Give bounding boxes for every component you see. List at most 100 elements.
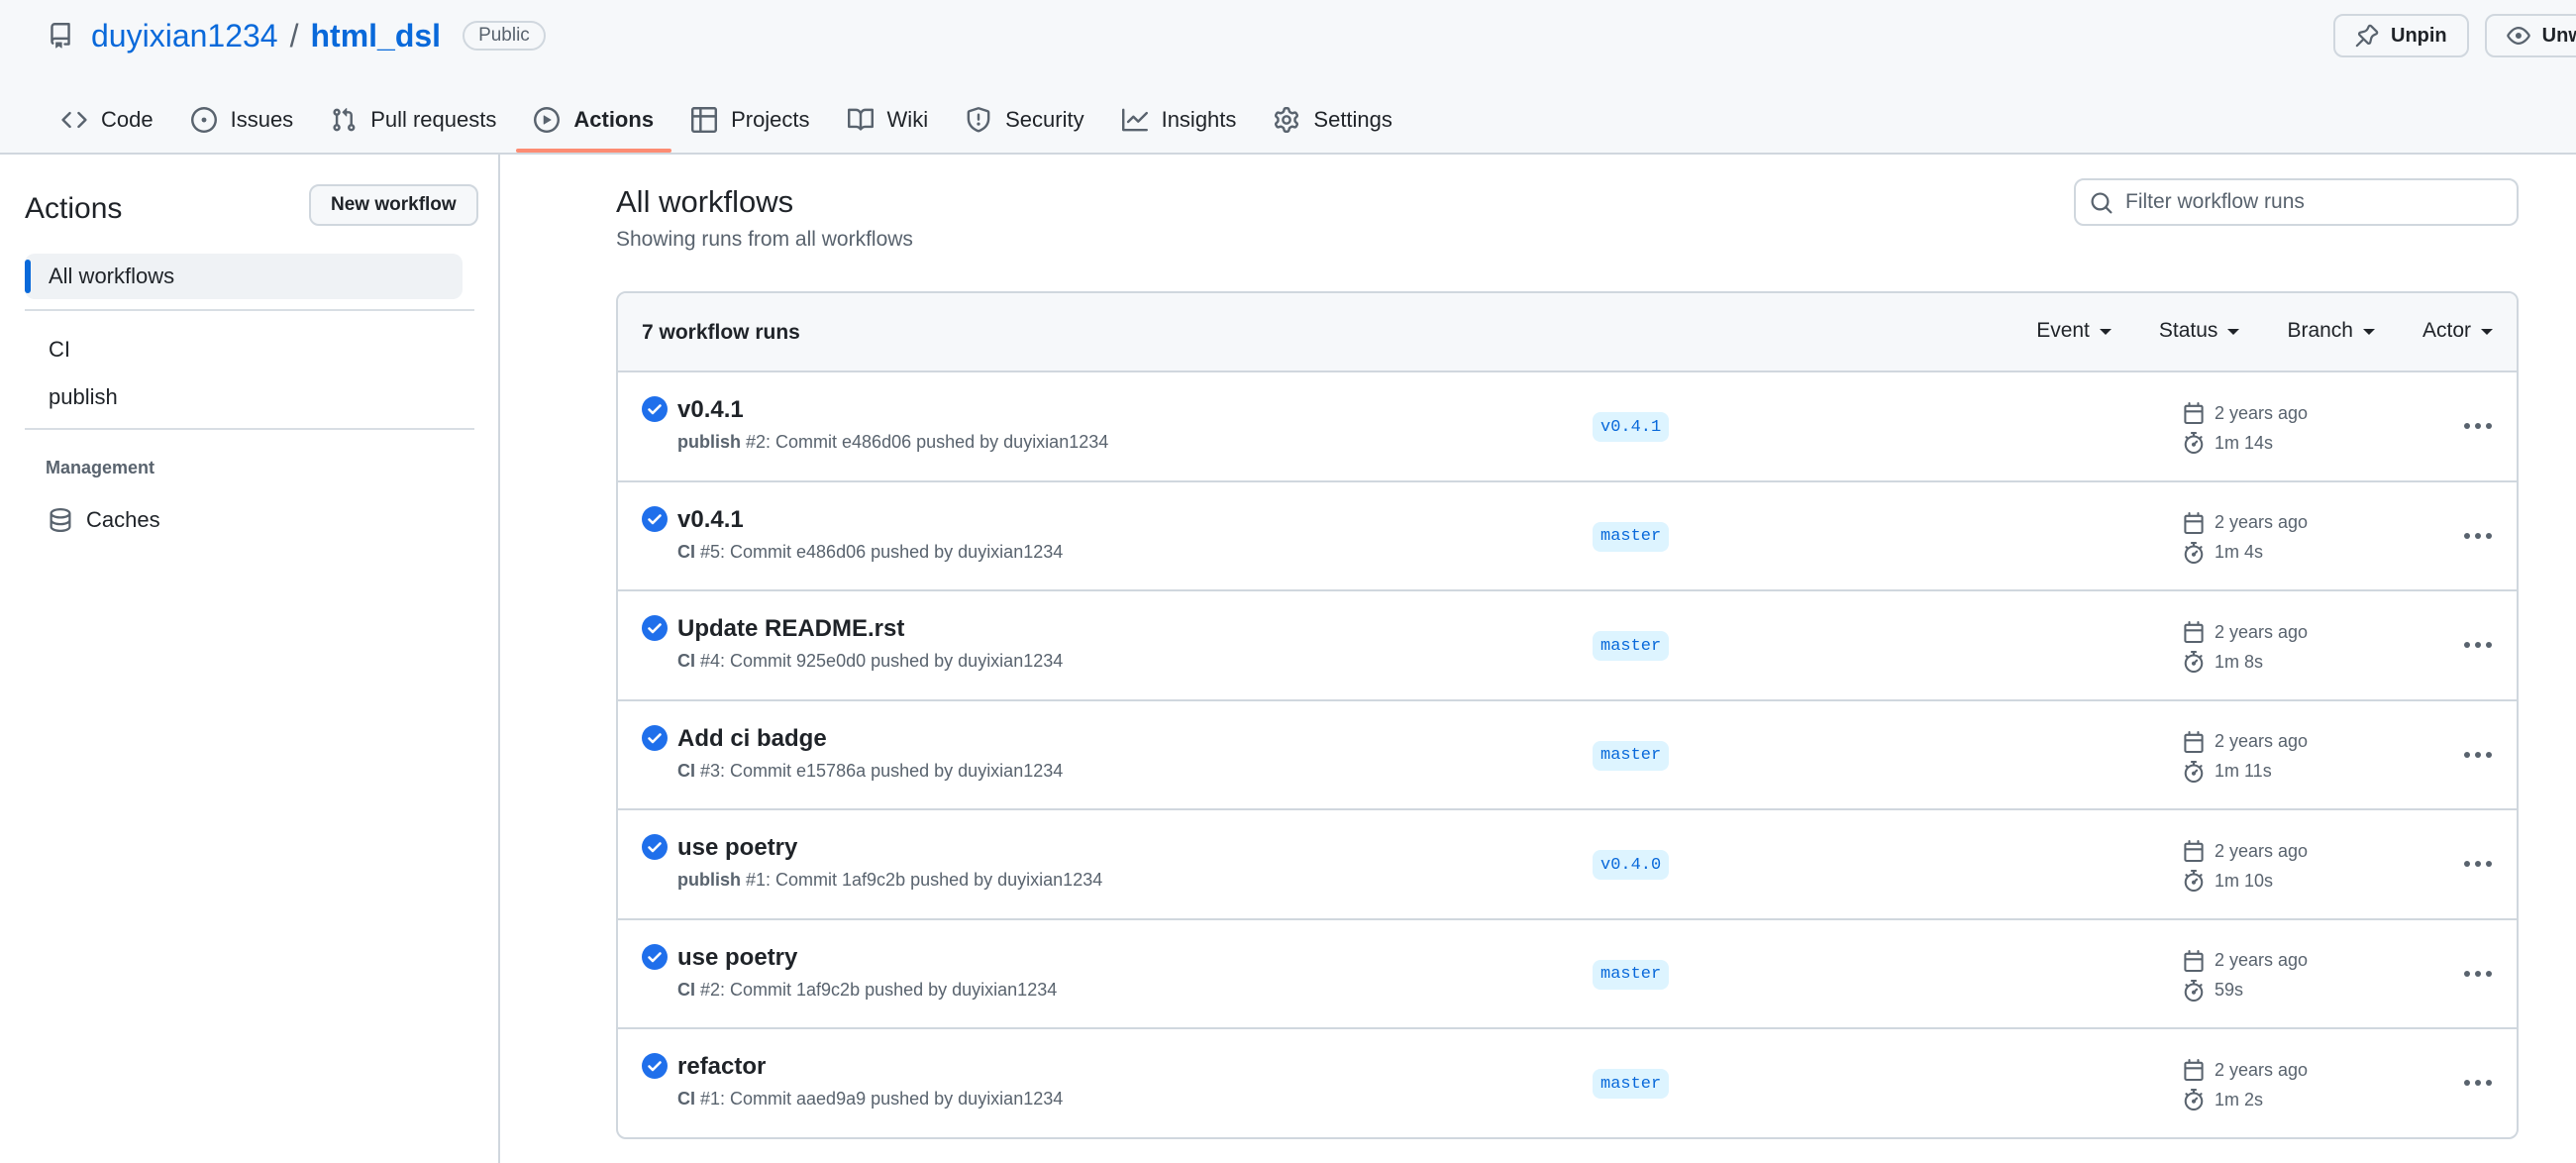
run-timing: 2 years ago 59s <box>2183 946 2308 1005</box>
run-timing: 2 years ago 1m 14s <box>2183 398 2308 458</box>
new-workflow-button[interactable]: New workflow <box>309 184 478 226</box>
actor-filter-dropdown[interactable]: Actor <box>2422 319 2493 343</box>
stopwatch-icon <box>2183 541 2205 564</box>
filter-label: Event <box>2036 319 2090 342</box>
workflow-run-row[interactable]: use poetry publish #1: Commit 1af9c2b pu… <box>618 810 2517 920</box>
filter-workflow-runs[interactable] <box>2074 178 2519 226</box>
workflow-run-row[interactable]: v0.4.1 CI #5: Commit e486d06 pushed by d… <box>618 482 2517 591</box>
run-options-button[interactable] <box>2461 522 2495 550</box>
tab-security[interactable]: Security <box>948 95 1101 145</box>
workflow-run-row[interactable]: refactor CI #1: Commit aaed9a9 pushed by… <box>618 1029 2517 1137</box>
branch-badge[interactable]: master <box>1593 959 1670 990</box>
visibility-badge: Public <box>463 21 546 51</box>
tab-wiki[interactable]: Wiki <box>830 95 947 145</box>
tab-code[interactable]: Code <box>44 95 171 145</box>
caches-label: Caches <box>86 507 160 532</box>
run-duration: 1m 8s <box>2215 651 2264 672</box>
sidebar-item-caches[interactable]: Caches <box>49 507 160 533</box>
repo-header: duyixian1234 / html_dsl Public Unpin Unw… <box>0 0 2576 155</box>
branch-badge[interactable]: master <box>1593 631 1670 661</box>
repo-name-link[interactable]: html_dsl <box>310 18 441 54</box>
sidebar-item-ci[interactable]: CI <box>49 337 70 363</box>
success-check-icon <box>642 943 668 970</box>
branch-badge[interactable]: v0.4.0 <box>1593 850 1670 880</box>
run-workflow-name: CI <box>677 651 695 671</box>
run-meta: CI #1: Commit aaed9a9 pushed by duyixian… <box>677 1089 1063 1110</box>
run-title-link[interactable]: use poetry <box>677 944 797 972</box>
pull-request-icon <box>331 107 357 133</box>
filter-input[interactable] <box>2123 189 2500 215</box>
run-options-button[interactable] <box>2461 412 2495 440</box>
runs-body: v0.4.1 publish #2: Commit e486d06 pushed… <box>618 372 2517 1137</box>
tab-issues[interactable]: Issues <box>173 95 312 145</box>
run-workflow-name: CI <box>677 979 695 1000</box>
run-timing: 2 years ago 1m 2s <box>2183 1055 2308 1114</box>
run-title-link[interactable]: Add ci badge <box>677 725 827 753</box>
sidebar-item-publish[interactable]: publish <box>49 384 118 410</box>
branch-badge[interactable]: master <box>1593 521 1670 552</box>
branch-badge[interactable]: v0.4.1 <box>1593 412 1670 442</box>
kebab-horizontal-icon <box>2463 641 2493 649</box>
calendar-icon <box>2183 840 2205 862</box>
run-commit-info: #2: Commit e486d06 pushed by duyixian123… <box>741 432 1109 452</box>
run-options-button[interactable] <box>2461 631 2495 659</box>
run-title-link[interactable]: v0.4.1 <box>677 396 744 424</box>
calendar-icon <box>2183 402 2205 424</box>
workflow-run-row[interactable]: Update README.rst CI #4: Commit 925e0d0 … <box>618 591 2517 701</box>
run-workflow-name: CI <box>677 541 695 562</box>
tab-label: Insights <box>1161 107 1237 132</box>
tab-label: Security <box>1005 107 1084 132</box>
stopwatch-icon <box>2183 760 2205 783</box>
run-commit-info: #1: Commit aaed9a9 pushed by duyixian123… <box>695 1089 1064 1109</box>
tab-actions[interactable]: Actions <box>516 95 671 153</box>
workflow-run-row[interactable]: Add ci badge CI #3: Commit e15786a pushe… <box>618 701 2517 810</box>
run-duration: 1m 10s <box>2215 870 2274 891</box>
run-timing: 2 years ago 1m 8s <box>2183 617 2308 677</box>
run-title-link[interactable]: v0.4.1 <box>677 506 744 534</box>
caret-down-icon <box>2481 329 2493 335</box>
sidebar-title: Actions <box>25 192 123 225</box>
run-options-button[interactable] <box>2461 960 2495 988</box>
branch-badge[interactable]: master <box>1593 740 1670 771</box>
runs-count: 7 workflow runs <box>642 321 800 344</box>
run-meta: CI #5: Commit e486d06 pushed by duyixian… <box>677 542 1063 563</box>
tab-settings[interactable]: Settings <box>1256 95 1410 145</box>
run-title-link[interactable]: use poetry <box>677 834 797 862</box>
caret-down-icon <box>2099 329 2112 335</box>
kebab-horizontal-icon <box>2463 970 2493 978</box>
tab-projects[interactable]: Projects <box>673 95 827 145</box>
workflow-run-row[interactable]: v0.4.1 publish #2: Commit e486d06 pushed… <box>618 372 2517 482</box>
run-duration: 1m 11s <box>2215 761 2272 781</box>
workflow-run-row[interactable]: use poetry CI #2: Commit 1af9c2b pushed … <box>618 920 2517 1029</box>
table-icon <box>691 107 718 133</box>
calendar-icon <box>2183 949 2205 972</box>
run-title-link[interactable]: Update README.rst <box>677 615 904 643</box>
unwatch-button[interactable]: Unwatch <box>2484 14 2576 57</box>
tab-insights[interactable]: Insights <box>1104 95 1255 145</box>
play-icon <box>534 107 561 133</box>
unpin-button[interactable]: Unpin <box>2333 14 2469 57</box>
run-workflow-name: publish <box>677 432 741 452</box>
run-options-button[interactable] <box>2461 741 2495 769</box>
stopwatch-icon <box>2183 432 2205 454</box>
calendar-icon <box>2183 1059 2205 1081</box>
run-timing: 2 years ago 1m 10s <box>2183 836 2308 896</box>
tab-pull-requests[interactable]: Pull requests <box>313 95 514 145</box>
run-title-link[interactable]: refactor <box>677 1053 766 1081</box>
run-date: 2 years ago <box>2215 402 2309 423</box>
stopwatch-icon <box>2183 979 2205 1002</box>
calendar-icon <box>2183 730 2205 753</box>
branch-badge[interactable]: master <box>1593 1069 1670 1099</box>
gear-icon <box>1274 107 1299 133</box>
run-options-button[interactable] <box>2461 850 2495 878</box>
sidebar-item-all-workflows[interactable]: All workflows <box>25 254 463 299</box>
sidebar-divider <box>25 309 474 311</box>
status-filter-dropdown[interactable]: Status <box>2159 319 2240 343</box>
event-filter-dropdown[interactable]: Event <box>2036 319 2112 343</box>
run-options-button[interactable] <box>2461 1069 2495 1097</box>
eye-icon <box>2506 24 2530 48</box>
branch-filter-dropdown[interactable]: Branch <box>2287 319 2375 343</box>
repo-owner-link[interactable]: duyixian1234 <box>91 18 278 54</box>
run-commit-info: #4: Commit 925e0d0 pushed by duyixian123… <box>695 651 1064 671</box>
repo-separator: / <box>289 17 299 53</box>
